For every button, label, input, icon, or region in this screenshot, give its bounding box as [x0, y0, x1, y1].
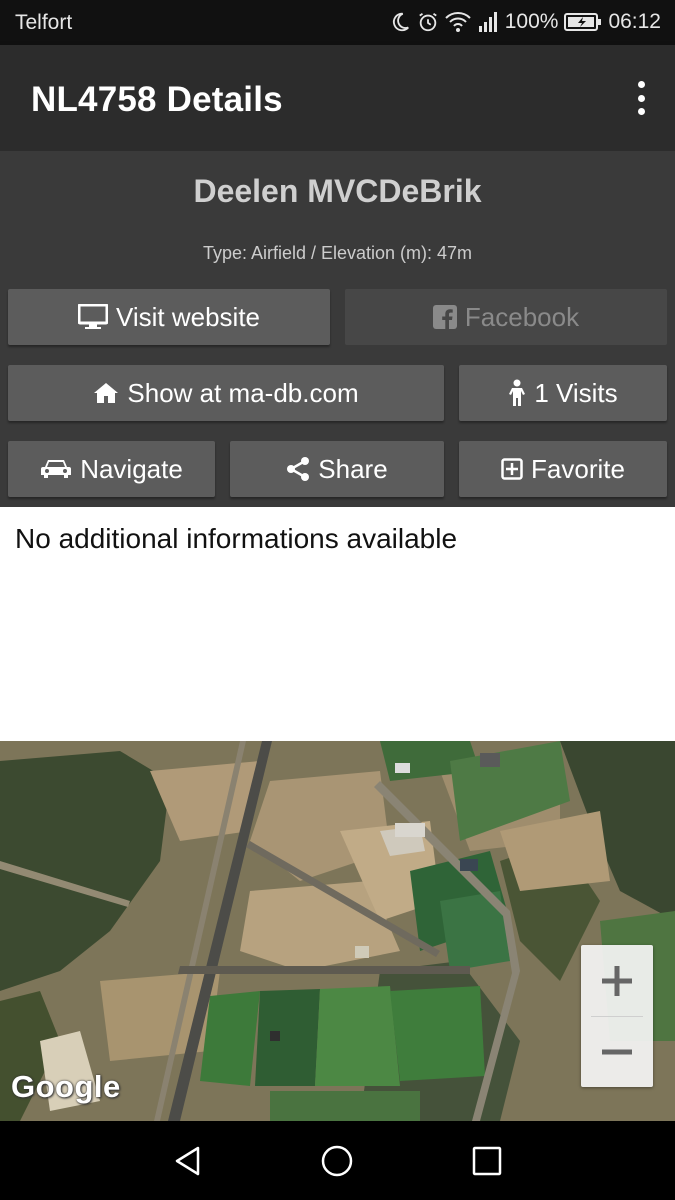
satellite-map[interactable]: [0, 741, 675, 1121]
status-bar: Telfort 100% 06:12: [0, 0, 675, 45]
status-icons: 100% 06:12: [389, 10, 661, 34]
navigate-button[interactable]: Navigate: [8, 441, 215, 497]
alarm-icon: [418, 12, 437, 32]
info-text: No additional informations available: [15, 523, 458, 554]
back-icon: [175, 1146, 200, 1176]
home-icon: [94, 383, 119, 403]
recents-button[interactable]: [467, 1141, 507, 1181]
person-icon: [509, 379, 526, 406]
info-panel: No additional informations available: [0, 507, 675, 741]
zoom-in-button[interactable]: [581, 945, 653, 1016]
home-circle-icon: [321, 1145, 353, 1177]
share-label: Share: [318, 453, 388, 484]
share-button[interactable]: Share: [230, 441, 444, 497]
zoom-controls: [581, 945, 653, 1087]
favorite-button[interactable]: Favorite: [459, 441, 667, 497]
battery-percent: 100%: [504, 10, 559, 33]
facebook-label: Facebook: [464, 301, 580, 332]
minus-icon: [602, 1049, 632, 1054]
clock: 06:12: [608, 10, 661, 33]
satellite-imagery: [0, 741, 675, 1121]
overflow-menu-icon[interactable]: [633, 81, 649, 115]
monitor-icon: [77, 304, 108, 329]
recents-icon: [472, 1146, 502, 1176]
navigate-label: Navigate: [80, 453, 183, 484]
carrier-name: Telfort: [15, 11, 73, 34]
page-title: NL4758 Details: [31, 80, 283, 119]
plus-icon: [602, 965, 632, 996]
visits-button[interactable]: 1 Visits: [459, 365, 667, 421]
share-icon: [287, 457, 310, 481]
favorite-label: Favorite: [531, 453, 625, 484]
airfield-name: Deelen MVCDeBrik: [193, 173, 482, 209]
back-button[interactable]: [168, 1141, 208, 1181]
facebook-icon: [432, 305, 457, 329]
show-at-ma-db-button[interactable]: Show at ma-db.com: [8, 365, 444, 421]
moon-icon: [392, 12, 409, 32]
plus-square-icon: [501, 458, 523, 480]
battery-icon: [564, 13, 602, 31]
signal-icon: [478, 12, 497, 32]
visits-label: 1 Visits: [534, 377, 618, 408]
app-bar: NL4758 Details: [0, 45, 675, 151]
home-button[interactable]: [317, 1141, 357, 1181]
system-nav-bar: [0, 1121, 675, 1200]
show-at-label: Show at ma-db.com: [127, 377, 359, 408]
wifi-icon: [445, 12, 471, 32]
zoom-out-button[interactable]: [581, 1016, 653, 1087]
visit-website-button[interactable]: Visit website: [8, 289, 330, 345]
car-icon: [41, 460, 72, 478]
facebook-button[interactable]: Facebook: [345, 289, 667, 345]
visit-website-label: Visit website: [115, 301, 261, 332]
airfield-meta: Type: Airfield / Elevation (m): 47m: [202, 243, 473, 263]
google-logo: Google: [11, 1069, 121, 1104]
